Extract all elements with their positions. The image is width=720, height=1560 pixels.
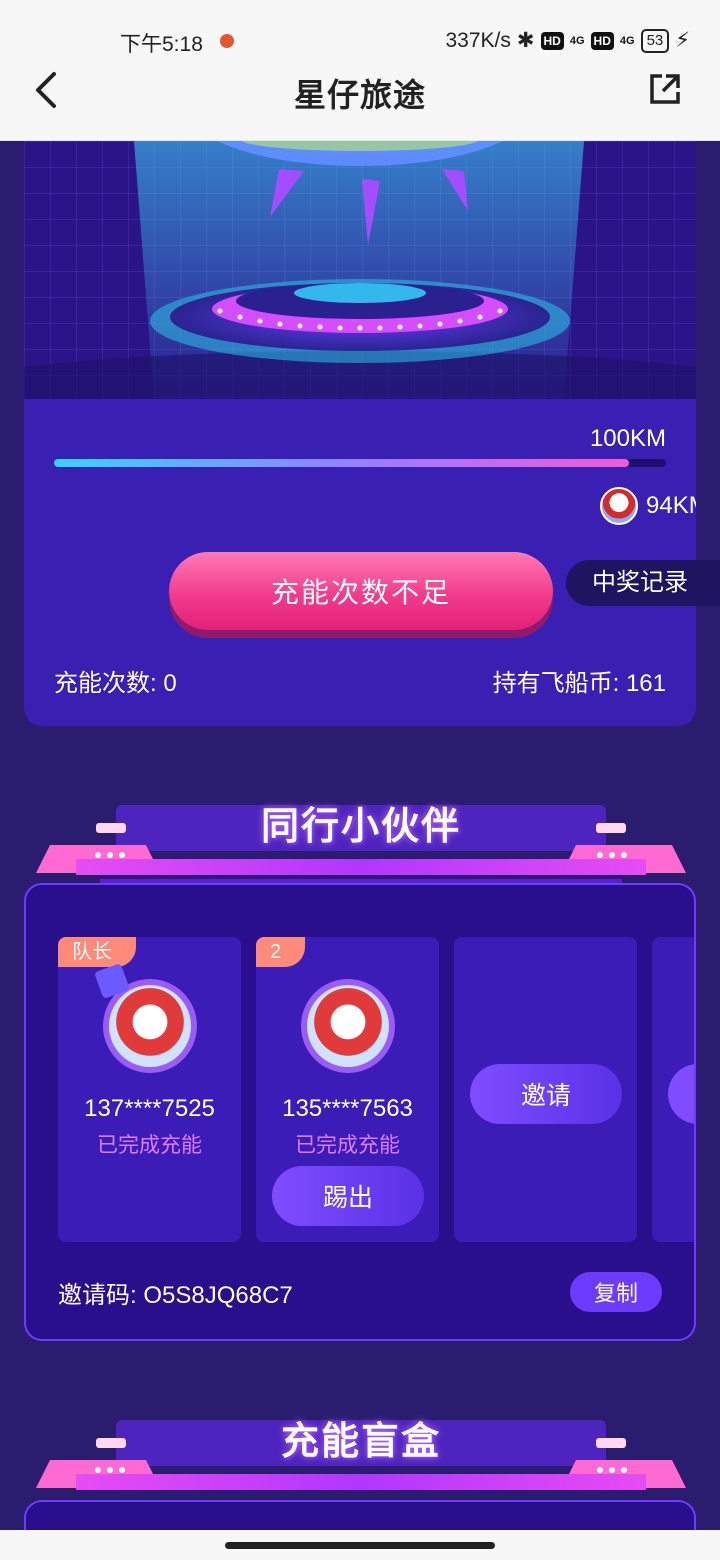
spaceship-stage-graphic bbox=[24, 141, 696, 399]
home-indicator-bar bbox=[0, 1530, 720, 1560]
blind-box-banner: 充能盲盒 bbox=[36, 1410, 686, 1510]
invite-button[interactable]: 邀请 bbox=[470, 1064, 622, 1124]
top-bar: 下午5:18 337K/s ✱ HD 4G HD 4G 53 ⚡ 星仔旅途 bbox=[0, 0, 720, 141]
kick-button[interactable]: 踢出 bbox=[272, 1166, 424, 1226]
partners-banner: 同行小伙伴 bbox=[36, 795, 686, 895]
journey-panel: 100KM 94KM 充能次数不足 充能次数: 0 持有飞船币: 161 bbox=[24, 141, 696, 726]
net-speed: 337K/s bbox=[445, 28, 511, 52]
partner-card-empty: 邀请 bbox=[454, 937, 637, 1242]
signal-icon: 4G bbox=[569, 34, 585, 47]
home-indicator[interactable] bbox=[225, 1542, 495, 1549]
prize-record-tab[interactable]: 中奖记录 bbox=[566, 560, 720, 606]
progress-track bbox=[54, 459, 666, 467]
hd-icon: HD bbox=[540, 31, 564, 50]
member-number-tag: 2 bbox=[256, 937, 306, 967]
status-bar: 下午5:18 337K/s ✱ HD 4G HD 4G 53 ⚡ bbox=[0, 24, 720, 58]
copy-button[interactable]: 复制 bbox=[570, 1272, 662, 1312]
bluetooth-icon: ✱ bbox=[516, 29, 535, 52]
signal-icon-2: 4G bbox=[619, 34, 635, 47]
stage-illustration bbox=[24, 141, 696, 399]
partner-phone: 137****7525 bbox=[84, 1095, 215, 1122]
invite-button-partial[interactable] bbox=[668, 1064, 694, 1124]
blind-box-title: 充能盲盒 bbox=[280, 1421, 441, 1463]
partners-title: 同行小伙伴 bbox=[260, 806, 461, 848]
partner-card-empty-2 bbox=[652, 937, 694, 1242]
captain-tag: 队长 bbox=[58, 937, 136, 967]
charging-icon: ⚡ bbox=[675, 29, 690, 52]
status-right: 337K/s ✱ HD 4G HD 4G 53 ⚡ bbox=[445, 28, 690, 53]
target-distance: 100KM bbox=[589, 425, 666, 452]
invite-code: 邀请码: O5S8JQ68C7 bbox=[58, 1282, 293, 1309]
partner-card-captain: 队长 137****7525 已完成充能 bbox=[58, 937, 241, 1242]
current-distance: 94KM bbox=[646, 492, 696, 519]
share-icon[interactable] bbox=[648, 72, 682, 106]
charge-button[interactable]: 充能次数不足 bbox=[169, 552, 553, 630]
battery-icon: 53 bbox=[640, 28, 670, 53]
charge-count: 充能次数: 0 bbox=[54, 670, 177, 697]
notification-icon bbox=[220, 34, 234, 48]
partner-avatar bbox=[301, 979, 395, 1073]
partner-phone: 135****7563 bbox=[282, 1095, 413, 1122]
page-title: 星仔旅途 bbox=[293, 77, 426, 113]
partners-panel: 队长 137****7525 已完成充能 2 135****7563 已完成充能… bbox=[24, 883, 696, 1341]
partner-card-2: 2 135****7563 已完成充能 踢出 bbox=[256, 937, 439, 1242]
hd-icon-2: HD bbox=[590, 31, 614, 50]
status-time: 下午5:18 bbox=[120, 33, 203, 56]
progress-fill bbox=[54, 459, 630, 467]
partner-status: 已完成充能 bbox=[295, 1134, 400, 1157]
partner-status: 已完成充能 bbox=[97, 1134, 202, 1157]
progress-marker: 94KM bbox=[600, 487, 696, 525]
user-avatar bbox=[600, 487, 638, 525]
coin-balance: 持有飞船币: 161 bbox=[492, 670, 666, 697]
